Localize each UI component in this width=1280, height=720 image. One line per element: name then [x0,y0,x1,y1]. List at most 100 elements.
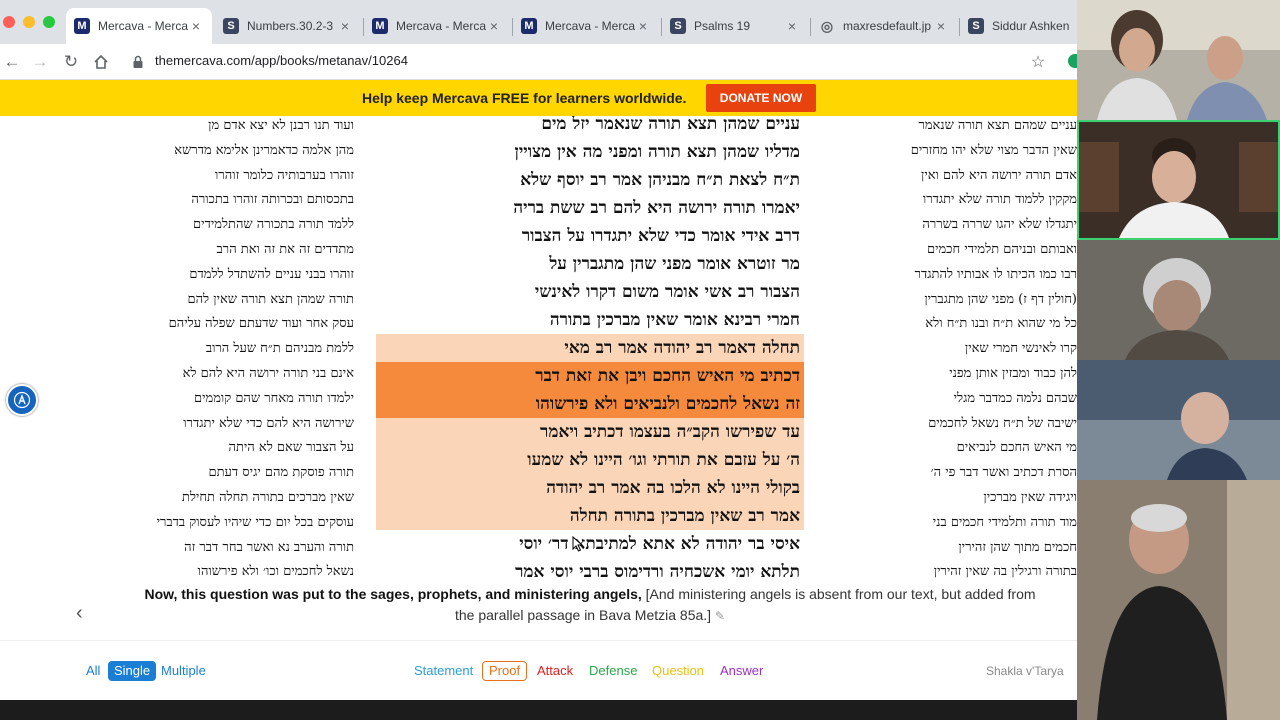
minimize-window-button[interactable] [23,16,35,28]
edit-pencil-icon[interactable]: ✎ [715,609,725,623]
left-text-line[interactable]: אינם בני תורה ירושה היא להם לא [76,362,354,387]
close-tab-icon[interactable]: × [784,18,800,34]
main-text-line[interactable]: ת״ח לצאת ת״ח מבניהן אמר רב יוסף שלא [376,166,804,194]
accessibility-icon[interactable] [6,384,38,416]
left-text-line[interactable]: שאין מברכים בתורה תחלה תחילת [76,486,354,511]
main-text-line[interactable]: בקולי היינו לא הלכו בה אמר רב יהודה [376,474,804,502]
main-text-line[interactable]: דכתיב מי האיש החכם ויבן את זאת דבר [376,362,804,390]
close-tab-icon[interactable]: × [486,18,502,34]
right-text-line[interactable]: ישיבה של ת״ח נשאל לחכמים [826,412,1077,437]
active-speaker-video-tile[interactable] [1077,120,1280,240]
right-text-line[interactable]: קרו לאינשי חמרי שאין [826,337,1077,362]
participant-video-tile[interactable] [1077,360,1280,480]
right-text-line[interactable]: להן כבוד ומבזין אותן מפני [826,362,1077,387]
left-text-line[interactable]: שירושה היא להם כדי שלא יתגדרו [76,412,354,437]
donate-now-button[interactable]: DONATE NOW [706,84,816,112]
participant-video-tile[interactable] [1077,480,1280,720]
bookmark-star-icon[interactable]: ☆ [1026,50,1050,74]
close-tab-icon[interactable]: × [188,18,204,34]
filter-attack-button[interactable]: Attack [537,661,573,681]
home-icon[interactable] [89,50,113,74]
tab-maxres[interactable]: ◎ maxresdefault.jp × [811,8,957,44]
main-text-line[interactable]: תלתא יומי אשכחיה ורדימוס ברבי יוסי אמר [376,558,804,578]
forward-arrow-icon[interactable]: → [28,50,52,74]
right-text-line[interactable]: מוד תורה ותלמידי חכמים בני [826,511,1077,536]
filter-statement-button[interactable]: Statement [414,661,473,681]
left-text-line[interactable]: ללמת מבניהם ת״ח שעל הרוב [76,337,354,362]
main-text-line[interactable]: איסי בר יהודה לא אתא למתיבתא דר׳ יוסי [376,530,804,558]
main-text-line[interactable]: ה׳ על עזבם את תורתי וגו׳ היינו לא שמעו [376,446,804,474]
address-bar[interactable]: themercava.com/app/books/metanav/10264 [155,53,408,68]
mode-all-button[interactable]: All [86,661,100,681]
tab-mercava-1[interactable]: M Mercava - Merca × [66,8,212,44]
mode-multiple-button[interactable]: Multiple [161,661,206,681]
reload-icon[interactable]: ↻ [59,50,83,74]
main-text-line[interactable]: דרב אידי אומר כדי שלא יתגדרו על הצבור [376,222,804,250]
left-text-line[interactable]: על הצבור שאם לא היתה [76,436,354,461]
left-text-line[interactable]: בתכסותם ובכרותה זוהרו בתכורה [76,188,354,213]
tab-mercava-2[interactable]: M Mercava - Merca × [364,8,510,44]
left-text-line[interactable]: מתדדים זה את זה ואת הרב [76,238,354,263]
right-text-line[interactable]: שבהם נלמה כמדבר מגלי [826,387,1077,412]
main-text-line[interactable]: עד שפירשו הקב״ה בעצמו דכתיב ויאמר [376,418,804,446]
translation-panel: ‹ Now, this question was put to the sage… [0,578,1077,640]
right-text-line[interactable]: הסרת דכתיב ואשר דבר פי ה׳ [826,461,1077,486]
main-text-line[interactable]: עניים שמהן תצא תורה שנאמר יזל מים [376,116,804,138]
right-text-line[interactable]: (חולין דף ז) מפני שהן מתגברין [826,288,1077,313]
participant-video-tile[interactable] [1077,240,1280,360]
filter-answer-button[interactable]: Answer [720,661,763,681]
left-text-line[interactable]: ועוד תנו רבנן לא יצא אדם מן [76,116,354,139]
left-text-line[interactable]: תורה שמהן תצא תורה שאין להם [76,288,354,313]
left-text-line[interactable]: ילמדו תורה מאחר שהם קוממים [76,387,354,412]
lock-icon[interactable] [126,50,150,74]
left-text-line[interactable]: תורה פוסקת מהם יגיס דעתם [76,461,354,486]
right-text-line[interactable]: ויגידה שאין מברכין [826,486,1077,511]
main-text-line[interactable]: חמרי רבינא אומר שאין מברכין בתורה [376,306,804,334]
main-text-line[interactable]: מדליו שמהן תצא תורה ומפני מה אין מצויין [376,138,804,166]
previous-chevron-icon[interactable]: ‹ [76,602,83,625]
right-text-line[interactable]: יתגדלו שלא יהגו שררה בשררה [826,213,1077,238]
left-text-line[interactable]: תורה והערב נא ואשר בחר דבר זה [76,536,354,561]
tab-title: Psalms 19 [694,19,751,33]
tab-siddur[interactable]: S Siddur Ashken [960,8,1077,44]
left-text-line[interactable]: זוהרו בבני עניים להשתדל ללמדם [76,263,354,288]
right-text-line[interactable]: ואבותם ובניהם תלמידי חכמים [826,238,1077,263]
close-tab-icon[interactable]: × [933,18,949,34]
right-text-line[interactable]: כל מי שהוא ת״ח ובנו ת״ח ולא [826,312,1077,337]
filter-question-button[interactable]: Question [652,661,704,681]
right-text-line[interactable]: רבו כמו הכיתו לו אבותיו להתגדר [826,263,1077,288]
right-text-line[interactable]: אדם תורה ירושה היא להם ואין [826,164,1077,189]
tab-mercava-3[interactable]: M Mercava - Merca × [513,8,659,44]
main-text-line[interactable]: מר זוטרא אומר מפני שהן מתגברין על [376,250,804,278]
close-window-button[interactable] [3,16,15,28]
right-text-line[interactable]: עניים שמהם תצא תורה שנאמר [826,116,1077,139]
right-text-line[interactable]: מי האיש החכם לנביאים [826,436,1077,461]
filter-proof-button[interactable]: Proof [482,661,528,681]
right-text-line[interactable]: בתורה ורגילין בה שאין זהירין [826,560,1077,578]
tab-numbers[interactable]: S Numbers.30.2-3 × [215,8,361,44]
right-text-line[interactable]: חכמים מתוך שהן זהירין [826,536,1077,561]
left-text-line[interactable]: נשאל לחכמים וכו׳ ולא פירשוהו [76,560,354,578]
left-text-line[interactable]: זוהרו בערבותיה כלומר זוהרו [76,164,354,189]
main-text-line[interactable]: תחלה דאמר רב יהודה אמר רב מאי [376,334,804,362]
maximize-window-button[interactable] [43,16,55,28]
right-text-line[interactable]: מקקין ללמוד תורה שלא יתגדרו [826,188,1077,213]
extension-icon[interactable] [1068,54,1077,68]
back-arrow-icon[interactable]: ← [0,50,24,74]
main-text-line[interactable]: אמר רב שאין מברכין בתורה תחלה [376,502,804,530]
main-text-line[interactable]: הצבור רב אשי אומר משום דקרו לאינשי [376,278,804,306]
tab-psalms[interactable]: S Psalms 19 × [662,8,808,44]
left-text-line[interactable]: עסק אחר ועוד שדעתם שפלה עליהם [76,312,354,337]
close-tab-icon[interactable]: × [635,18,651,34]
main-text-line[interactable]: זה נשאל לחכמים ולנביאים ולא פירשוהו [376,390,804,418]
right-text-line[interactable]: שאין הדבר מצוי שלא יהו מחזרים [826,139,1077,164]
sefaria-favicon-icon: S [223,18,239,34]
participant-video-tile[interactable] [1077,0,1280,120]
close-tab-icon[interactable]: × [337,18,353,34]
main-text-line[interactable]: יאמרו תורה ירושה היא להם רב ששת בריה [376,194,804,222]
filter-defense-button[interactable]: Defense [589,661,637,681]
mode-single-button[interactable]: Single [108,661,157,681]
left-text-line[interactable]: מהן אלמה כדאמרינן אלימא מדרשא [76,139,354,164]
left-text-line[interactable]: ללמד תורה בתכורה שהתלמידים [76,213,354,238]
left-text-line[interactable]: עוסקים בכל יום כדי שיהיו לעסוק בדברי [76,511,354,536]
